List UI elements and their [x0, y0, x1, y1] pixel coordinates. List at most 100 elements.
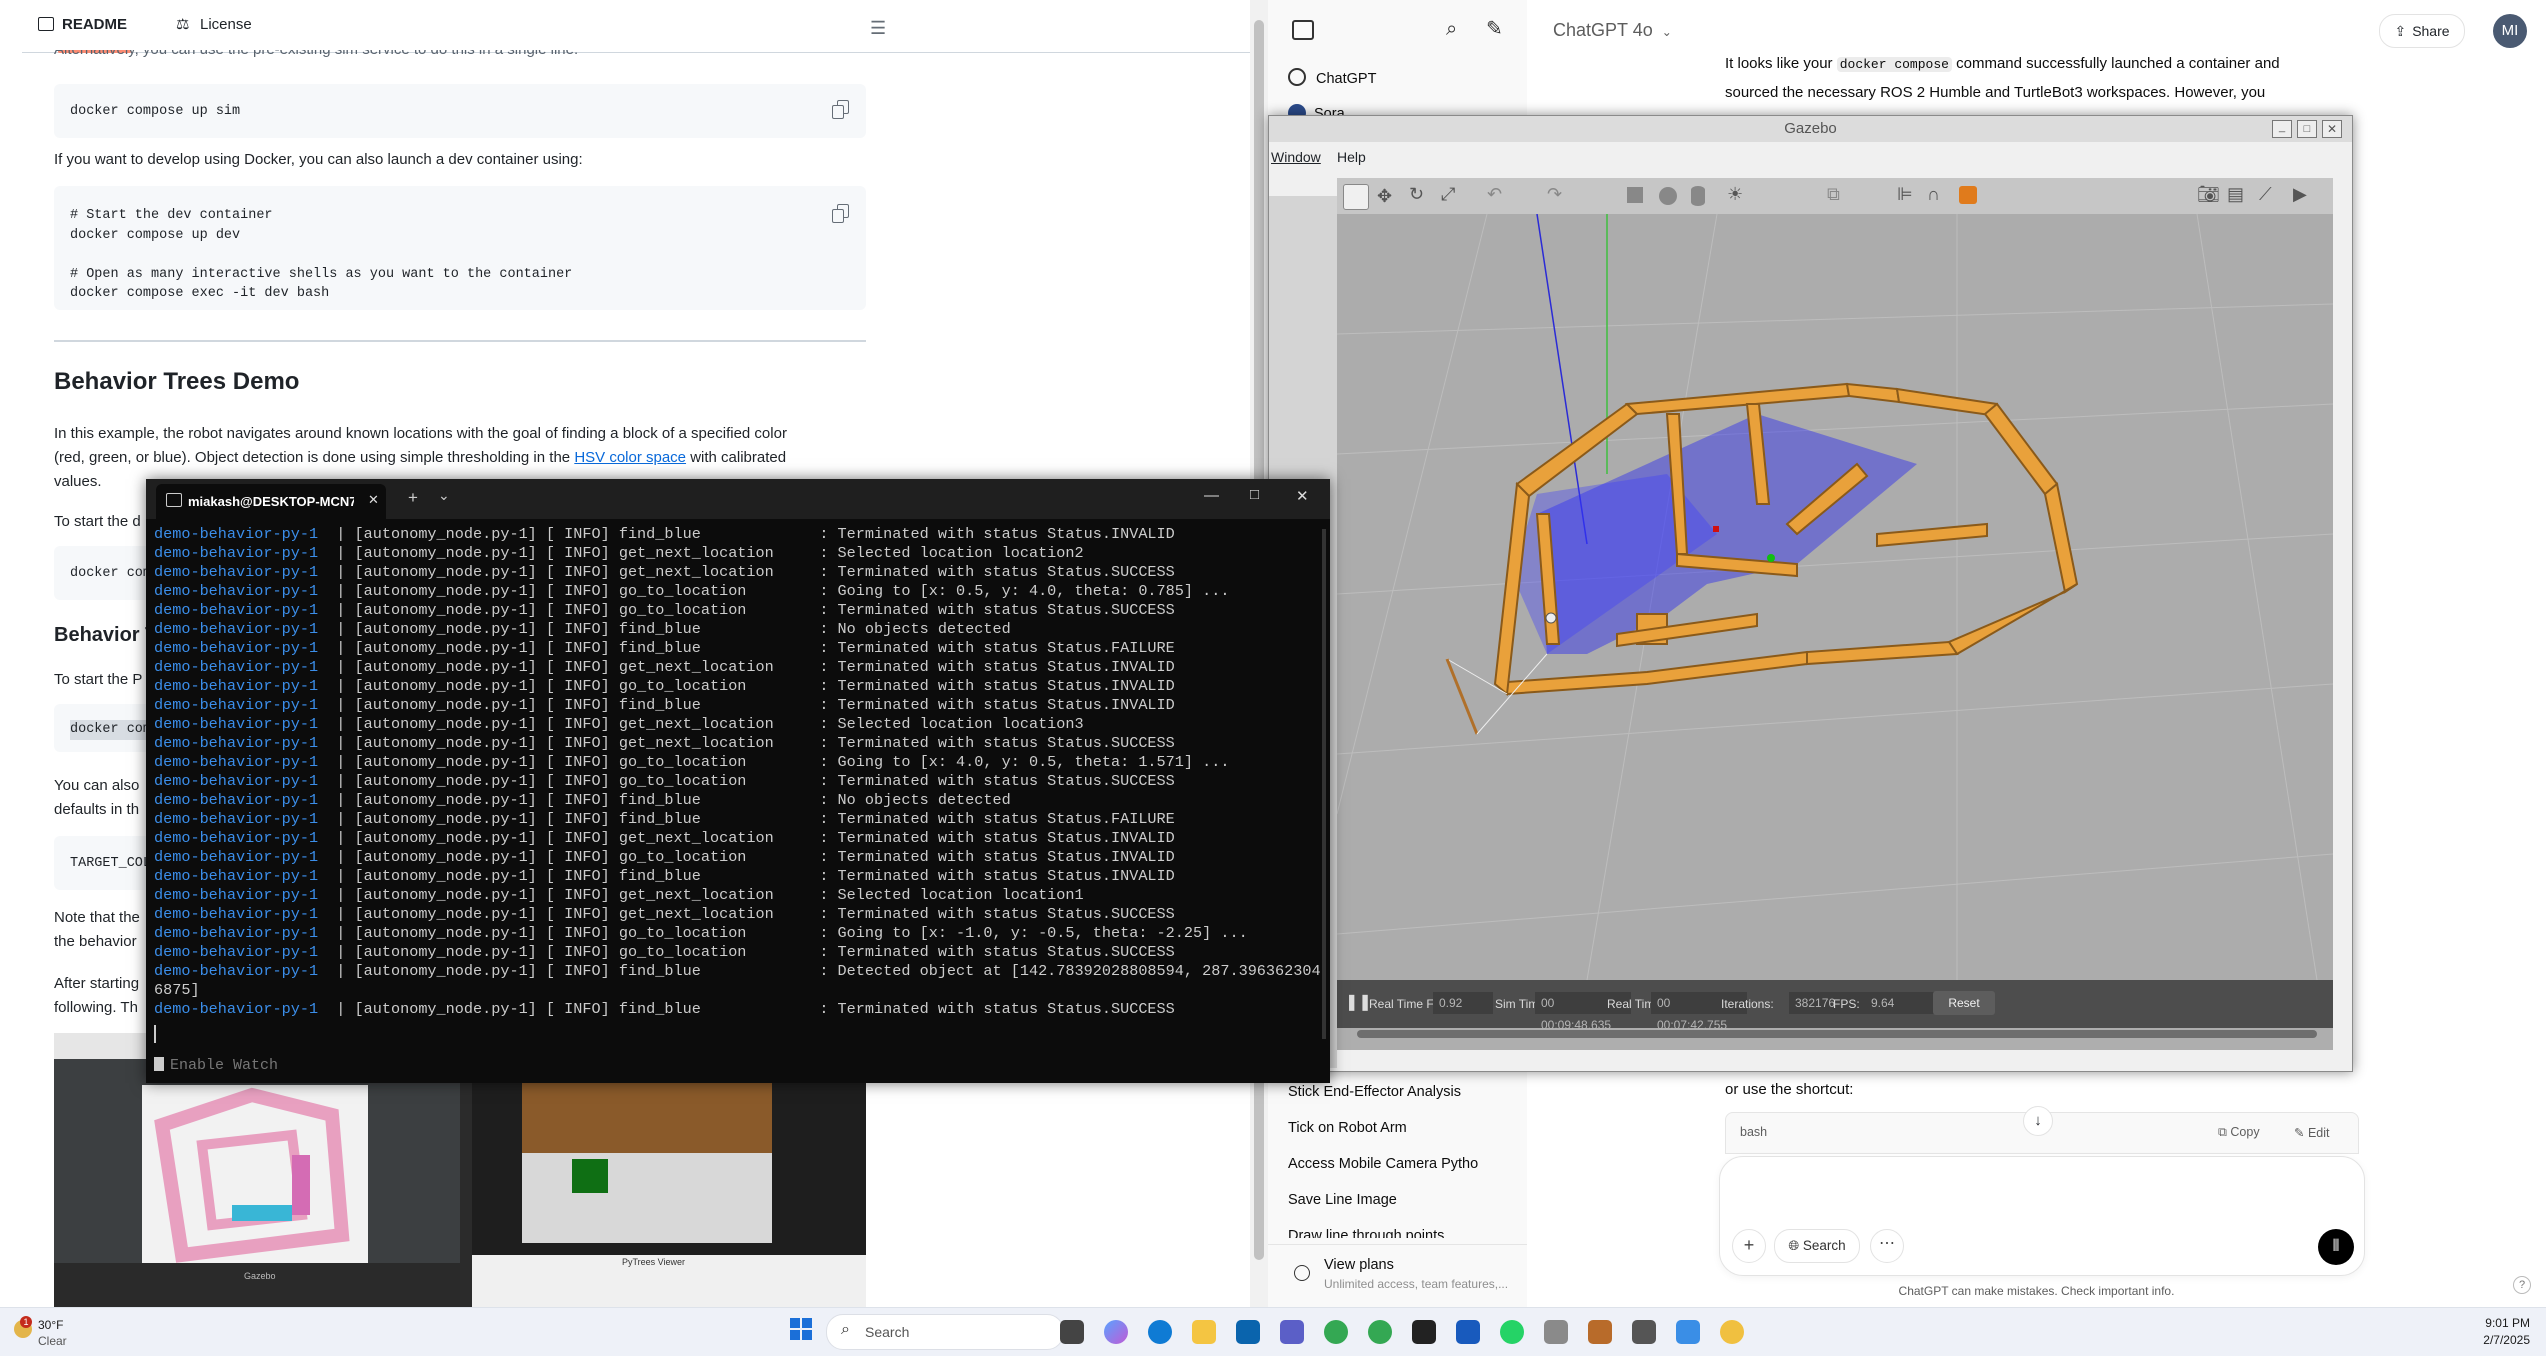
- new-chat-icon[interactable]: ✎: [1486, 16, 1503, 41]
- terminal-line: demo-behavior-py-1 | [autonomy_node.py-1…: [154, 658, 1324, 677]
- more-options-icon[interactable]: ⋯: [1870, 1229, 1904, 1263]
- reset-button[interactable]: Reset: [1933, 991, 1995, 1015]
- close-tab-icon[interactable]: ✕: [368, 492, 379, 508]
- terminal-line-text: | [autonomy_node.py-1] [ INFO] get_next_…: [318, 715, 1084, 733]
- edit-code-button[interactable]: ✎ Edit: [2294, 1125, 2330, 1140]
- close-icon[interactable]: ✕: [2322, 120, 2342, 138]
- terminal-line-text: | [autonomy_node.py-1] [ INFO] go_to_loc…: [318, 924, 1248, 942]
- history-item[interactable]: Save Line Image: [1288, 1192, 1397, 1208]
- maximize-icon[interactable]: □: [1250, 486, 1259, 503]
- help-icon[interactable]: ?: [2513, 1276, 2531, 1294]
- history-item[interactable]: Tick on Robot Arm: [1288, 1120, 1407, 1136]
- search-button[interactable]: 🌐︎ Search: [1774, 1229, 1860, 1263]
- terminal-titlebar[interactable]: miakash@DESKTOP-MCN7MC ✕ + ⌄ — □ ✕: [146, 479, 1330, 519]
- share-button[interactable]: ⇪ Share: [2379, 14, 2465, 48]
- rotate-icon[interactable]: ↻: [1409, 184, 1424, 205]
- terminal-tab[interactable]: miakash@DESKTOP-MCN7MC ✕: [156, 484, 386, 519]
- box-shape-icon[interactable]: [1627, 187, 1643, 203]
- terminal-service-name: demo-behavior-py-1: [154, 867, 319, 885]
- screenshot-icon[interactable]: 📷︎: [2197, 184, 2220, 205]
- view-plans-button[interactable]: View plans Unlimited access, team featur…: [1268, 1244, 1527, 1308]
- code-demo: docker com: [70, 566, 152, 581]
- whatsapp-icon[interactable]: [1500, 1320, 1524, 1344]
- copy-icon[interactable]: [832, 100, 850, 119]
- word-icon[interactable]: [1456, 1320, 1480, 1344]
- gazebo-titlebar[interactable]: Gazebo _ □ ✕: [1269, 116, 2352, 142]
- history-item[interactable]: Stick End-Effector Analysis: [1288, 1084, 1461, 1100]
- chrome-icon[interactable]: [1324, 1320, 1348, 1344]
- copy-model-icon[interactable]: ⧉: [1827, 184, 1840, 205]
- search-icon[interactable]: ⌕: [1446, 18, 1457, 41]
- tab-readme[interactable]: README: [38, 16, 132, 53]
- plus-icon[interactable]: +: [1732, 1229, 1766, 1263]
- snap-icon[interactable]: ∩: [1927, 184, 1940, 205]
- terminal-line: 6875]: [154, 981, 1324, 1000]
- menu-window[interactable]: Window: [1271, 149, 1321, 165]
- minimize-icon[interactable]: _: [2272, 120, 2292, 138]
- voice-mode-icon[interactable]: ⦀: [2318, 1229, 2354, 1265]
- copy-icon[interactable]: [832, 204, 850, 223]
- copilot-icon[interactable]: [1104, 1320, 1128, 1344]
- log-icon[interactable]: ▤: [2227, 184, 2244, 205]
- sphere-shape-icon[interactable]: [1659, 187, 1677, 205]
- dropdown-icon[interactable]: ⌄: [438, 487, 450, 504]
- model-selector[interactable]: ChatGPT 4o ⌄: [1553, 20, 1672, 41]
- history-item[interactable]: Access Mobile Camera Pytho: [1288, 1156, 1478, 1172]
- maximize-icon[interactable]: □: [2297, 120, 2317, 138]
- light-icon[interactable]: ☀: [1727, 184, 1743, 205]
- terminal-line: demo-behavior-py-1 | [autonomy_node.py-1…: [154, 810, 1324, 829]
- tab-license[interactable]: ⚖ License: [176, 16, 252, 33]
- enable-watch-label: Enable Watch: [170, 1057, 279, 1074]
- menu-help[interactable]: Help: [1337, 149, 1366, 165]
- chrome-profile-icon[interactable]: [1368, 1320, 1392, 1344]
- history-item[interactable]: Draw line through points: [1288, 1228, 1444, 1238]
- terminal-scrollbar[interactable]: [1322, 529, 1326, 1039]
- hsv-color-space-link[interactable]: HSV color space: [574, 449, 686, 466]
- select-mode-icon[interactable]: [1343, 184, 1369, 210]
- record-video-icon[interactable]: ▶: [2293, 184, 2307, 205]
- plot-icon[interactable]: ⟋: [2259, 184, 2272, 205]
- scroll-down-button[interactable]: ↓: [2023, 1106, 2053, 1136]
- section-divider: [54, 340, 866, 342]
- undo-icon[interactable]: ↶: [1487, 184, 1502, 205]
- task-view-icon[interactable]: [1060, 1320, 1084, 1344]
- scale-icon: ⚖: [176, 16, 190, 33]
- terminal-service-name: demo-behavior-py-1: [154, 639, 319, 657]
- pause-icon[interactable]: ❚❚: [1345, 992, 1372, 1012]
- new-tab-icon[interactable]: +: [408, 488, 418, 508]
- terminal-service-name: demo-behavior-py-1: [154, 563, 319, 581]
- orange-marker-icon[interactable]: [1959, 186, 1977, 204]
- app-icon[interactable]: [1544, 1320, 1568, 1344]
- outline-menu-icon[interactable]: ☰: [870, 18, 886, 39]
- message-composer[interactable]: + 🌐︎ Search ⋯ ⦀: [1719, 1156, 2365, 1276]
- sidebar-item-chatgpt-label: ChatGPT: [1316, 71, 1377, 87]
- app-icon[interactable]: [1588, 1320, 1612, 1344]
- gazebo-viewport[interactable]: ✥ ↻ ⤢ ↶ ↷ ☀ ⧉ ⊫ ∩ 📷︎ ▤ ⟋ ▶ ❚❚ Real Time …: [1337, 178, 2333, 1050]
- gazebo-scrollbar[interactable]: [1357, 1030, 2317, 1038]
- copy-code-button[interactable]: ⧉ Copy: [2218, 1125, 2260, 1140]
- file-explorer-icon[interactable]: [1192, 1320, 1216, 1344]
- settings-icon[interactable]: [1632, 1320, 1656, 1344]
- terminal-line: demo-behavior-py-1 | [autonomy_node.py-1…: [154, 905, 1324, 924]
- scale-icon[interactable]: ⤢: [1441, 184, 1455, 205]
- clock[interactable]: 9:01 PM 2/7/2025: [2440, 1316, 2530, 1347]
- minimize-icon[interactable]: —: [1204, 487, 1219, 504]
- linux-icon[interactable]: [1720, 1320, 1744, 1344]
- terminal-app-icon[interactable]: [1412, 1320, 1436, 1344]
- avatar[interactable]: MI: [2493, 14, 2527, 48]
- code-block-dev: # Start the dev container docker compose…: [54, 186, 866, 310]
- align-icon[interactable]: ⊫: [1897, 184, 1913, 205]
- taskbar-search-box[interactable]: ⌕ Search: [826, 1314, 1064, 1350]
- translate-icon[interactable]: ✥: [1377, 186, 1392, 207]
- app-icon[interactable]: [1676, 1320, 1700, 1344]
- cylinder-shape-icon[interactable]: [1691, 186, 1705, 206]
- sidebar-toggle-icon[interactable]: [1292, 20, 1314, 40]
- sidebar-item-chatgpt[interactable]: ChatGPT: [1288, 68, 1376, 87]
- outlook-icon[interactable]: [1236, 1320, 1260, 1344]
- redo-icon[interactable]: ↷: [1547, 184, 1562, 205]
- windows-start-icon[interactable]: [790, 1318, 812, 1340]
- close-icon[interactable]: ✕: [1296, 487, 1309, 505]
- edge-icon[interactable]: [1148, 1320, 1172, 1344]
- terminal-line: demo-behavior-py-1 | [autonomy_node.py-1…: [154, 848, 1324, 867]
- teams-icon[interactable]: [1280, 1320, 1304, 1344]
